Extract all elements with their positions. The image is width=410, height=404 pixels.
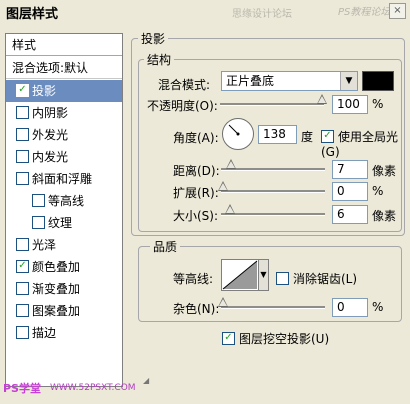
- angle-dial[interactable]: [222, 118, 254, 150]
- linear-contour-icon: [222, 260, 258, 290]
- distance-input[interactable]: 7: [332, 160, 368, 179]
- spread-unit: %: [372, 184, 384, 198]
- style-item[interactable]: 等高线: [6, 190, 122, 212]
- anti-aliased-label: 消除锯齿(L): [293, 272, 358, 286]
- style-item-label: 内发光: [32, 150, 69, 164]
- chevron-down-icon: ▼: [340, 72, 357, 90]
- noise-slider-track[interactable]: [221, 306, 325, 309]
- opacity-unit: %: [372, 97, 384, 111]
- spread-label: 扩展(R):: [173, 186, 219, 200]
- checkbox-icon[interactable]: [16, 150, 29, 163]
- global-light-checkbox[interactable]: ✓ 使用全局光(G): [321, 128, 410, 159]
- size-input[interactable]: 6: [332, 205, 368, 224]
- distance-slider-thumb[interactable]: [226, 159, 236, 169]
- contour-preview[interactable]: [221, 259, 259, 291]
- watermark-text: 思缘设计论坛: [232, 9, 292, 20]
- blend-mode-label: 混合模式:: [158, 78, 211, 92]
- style-item-label: 纹理: [48, 216, 73, 230]
- style-item[interactable]: ✓ 投影: [6, 80, 122, 102]
- title-bar: 图层样式 思缘设计论坛 PS教程论坛 ×: [0, 0, 410, 22]
- structure-title: 结构: [144, 51, 175, 68]
- checkbox-icon: [276, 272, 289, 285]
- opacity-label: 不透明度(O):: [147, 99, 218, 113]
- shadow-color-swatch[interactable]: [362, 71, 394, 91]
- opacity-slider-track[interactable]: [220, 103, 324, 106]
- spread-slider-thumb[interactable]: [218, 181, 228, 191]
- checkbox-icon[interactable]: ✓: [16, 260, 29, 273]
- style-item[interactable]: 纹理: [6, 212, 122, 234]
- checkbox-icon: ✓: [321, 130, 334, 143]
- noise-unit: %: [372, 300, 384, 314]
- angle-needle-icon: [228, 124, 240, 136]
- drop-shadow-title: 投影: [138, 30, 169, 47]
- angle-input[interactable]: 138: [258, 125, 297, 144]
- style-item-label: 内阴影: [32, 106, 69, 120]
- checkbox-icon: ✓: [222, 332, 235, 345]
- footer-watermark: PS学堂: [3, 382, 41, 395]
- style-item-label: 光泽: [32, 238, 57, 252]
- style-item-label: 外发光: [32, 128, 69, 142]
- style-item[interactable]: 渐变叠加: [6, 278, 122, 300]
- style-item[interactable]: 光泽: [6, 234, 122, 256]
- footer-url: WWW.52PSXT.COM: [50, 383, 136, 393]
- style-item[interactable]: 描边: [6, 322, 122, 344]
- style-item-label: 斜面和浮雕: [32, 172, 93, 186]
- style-item[interactable]: 内发光: [6, 146, 122, 168]
- style-item[interactable]: ✓ 颜色叠加: [6, 256, 122, 278]
- quality-title: 品质: [150, 238, 181, 255]
- checkbox-icon[interactable]: [16, 106, 29, 119]
- style-item-label: 渐变叠加: [32, 282, 81, 296]
- checkbox-icon[interactable]: [16, 238, 29, 251]
- anti-aliased-checkbox[interactable]: 消除锯齿(L): [276, 270, 357, 287]
- checkbox-icon[interactable]: [16, 282, 29, 295]
- checkbox-icon[interactable]: [16, 172, 29, 185]
- blend-mode-value: 正片叠底: [226, 74, 275, 88]
- style-item[interactable]: 外发光: [6, 124, 122, 146]
- opacity-input[interactable]: 100: [332, 95, 368, 114]
- knockout-label: 图层挖空投影(U): [239, 332, 330, 346]
- blend-mode-select[interactable]: 正片叠底 ▼: [221, 71, 358, 91]
- size-slider-thumb[interactable]: [225, 204, 235, 214]
- spread-slider-track[interactable]: [221, 190, 325, 193]
- noise-slider-thumb[interactable]: [218, 297, 228, 307]
- knockout-checkbox[interactable]: ✓ 图层挖空投影(U): [222, 330, 329, 347]
- resize-grip-icon: ◢: [143, 376, 150, 385]
- blend-options-item[interactable]: 混合选项:默认: [6, 57, 122, 79]
- checkbox-icon[interactable]: [16, 304, 29, 317]
- style-item-label: 颜色叠加: [32, 260, 81, 274]
- dialog-title: 图层样式: [6, 7, 59, 22]
- watermark-logo: PS教程论坛: [338, 7, 391, 18]
- spread-input[interactable]: 0: [332, 182, 368, 201]
- noise-input[interactable]: 0: [332, 298, 368, 317]
- noise-label: 杂色(N):: [173, 302, 220, 316]
- contour-dropdown-arrow[interactable]: ▼: [259, 259, 269, 291]
- size-label: 大小(S):: [173, 209, 219, 223]
- angle-unit: 度: [301, 130, 314, 144]
- close-button[interactable]: ×: [389, 3, 406, 19]
- style-item-label: 描边: [32, 326, 57, 340]
- style-item[interactable]: 图案叠加: [6, 300, 122, 322]
- style-item-label: 投影: [32, 84, 57, 98]
- checkbox-icon[interactable]: [32, 216, 45, 229]
- checkbox-icon[interactable]: ✓: [16, 84, 29, 97]
- distance-label: 距离(D):: [173, 164, 220, 178]
- style-item[interactable]: 内阴影: [6, 102, 122, 124]
- checkbox-icon[interactable]: [16, 326, 29, 339]
- distance-slider-track[interactable]: [221, 168, 325, 171]
- style-item-label: 等高线: [48, 194, 85, 208]
- contour-label: 等高线:: [173, 272, 214, 286]
- size-slider-track[interactable]: [221, 213, 325, 216]
- style-list: 样式 混合选项:默认 ✓ 投影 内阴影 外发光 内发光 斜面和浮雕 等高线 纹理 光泽 ✓ 颜色叠加…: [5, 33, 123, 387]
- distance-unit: 像素: [372, 164, 397, 178]
- style-list-header[interactable]: 样式: [6, 34, 122, 56]
- checkbox-icon[interactable]: [32, 194, 45, 207]
- size-unit: 像素: [372, 209, 397, 223]
- angle-label: 角度(A):: [173, 131, 219, 145]
- opacity-slider-thumb[interactable]: [317, 94, 327, 104]
- checkbox-icon[interactable]: [16, 128, 29, 141]
- style-item[interactable]: 斜面和浮雕: [6, 168, 122, 190]
- style-item-label: 图案叠加: [32, 304, 81, 318]
